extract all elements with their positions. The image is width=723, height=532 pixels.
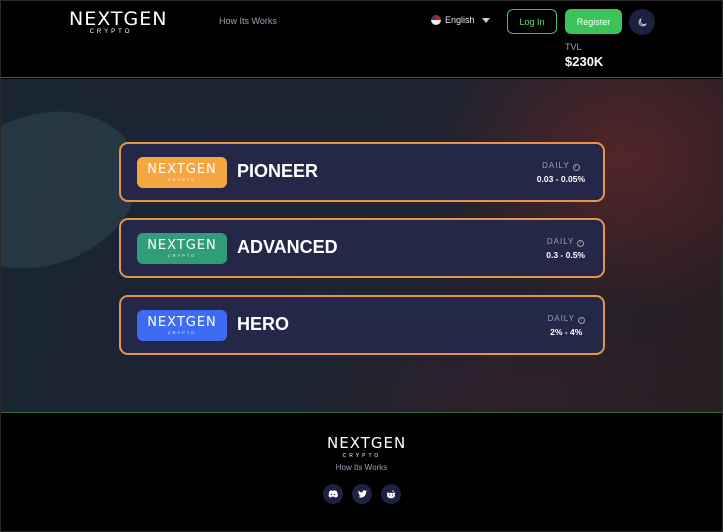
tier-badge: NEXTGEN CRYPTO: [137, 310, 227, 341]
logo-text: NEXTGEN: [69, 8, 168, 30]
language-label: English: [445, 15, 475, 25]
tier-card-pioneer[interactable]: NEXTGEN CRYPTO PIONEER DAILY i 0.03 - 0.0…: [119, 142, 605, 202]
daily-value: 0.3 - 0.5%: [546, 250, 585, 260]
daily-label: DAILY: [542, 161, 570, 170]
reddit-icon: [386, 489, 396, 498]
us-flag-icon: [431, 15, 441, 25]
badge-subtext: CRYPTO: [167, 177, 197, 182]
daily-label: DAILY: [546, 237, 575, 246]
daily-value: 2% - 4%: [550, 327, 583, 337]
tier-name: HERO: [237, 314, 290, 334]
footer-logo[interactable]: NEXTGEN CRYPTO: [327, 433, 407, 459]
daily-rate: DAILY i 0.03 - 0.05%: [537, 161, 585, 184]
daily-label: DAILY: [547, 314, 575, 323]
login-button[interactable]: Log In: [507, 9, 557, 34]
moon-icon: [638, 17, 647, 26]
nav-how-it-works[interactable]: How Its Works: [219, 16, 277, 26]
language-selector[interactable]: English: [431, 15, 490, 25]
tier-badge: NEXTGEN CRYPTO: [137, 233, 227, 264]
badge-subtext: CRYPTO: [167, 253, 197, 258]
twitter-icon: [357, 490, 367, 498]
logo[interactable]: NEXTGEN CRYPTO: [69, 8, 168, 39]
info-icon[interactable]: i: [577, 240, 585, 247]
tier-card-hero[interactable]: NEXTGEN CRYPTO HERO DAILY i 2% - 4%: [119, 295, 605, 355]
badge-text: NEXTGEN: [147, 315, 217, 330]
daily-rate: DAILY i 0.3 - 0.5%: [546, 237, 585, 260]
tier-badge: NEXTGEN CRYPTO: [137, 157, 227, 188]
discord-icon: [328, 490, 338, 498]
discord-button[interactable]: [323, 484, 343, 504]
badge-text: NEXTGEN: [147, 162, 217, 177]
tvl-value: $230K: [565, 54, 604, 69]
badge-subtext: CRYPTO: [167, 330, 197, 335]
badge-text: NEXTGEN: [147, 238, 217, 253]
info-icon[interactable]: i: [578, 317, 585, 324]
twitter-button[interactable]: [352, 484, 372, 504]
header: NEXTGEN CRYPTO How Its Works English Log…: [1, 1, 722, 78]
main-section: NEXTGEN CRYPTO PIONEER DAILY i 0.03 - 0.0…: [1, 79, 722, 413]
reddit-button[interactable]: [381, 484, 401, 504]
register-button[interactable]: Register: [565, 9, 622, 34]
theme-toggle-button[interactable]: [629, 9, 655, 35]
daily-rate: DAILY i 2% - 4%: [547, 314, 585, 337]
chevron-down-icon: [481, 17, 490, 23]
social-links: [323, 484, 401, 504]
footer-logo-subtext: CRYPTO: [342, 453, 382, 459]
tier-card-advanced[interactable]: NEXTGEN CRYPTO ADVANCED DAILY i 0.3 - 0.5…: [119, 218, 605, 278]
daily-value: 0.03 - 0.05%: [536, 174, 585, 184]
tier-name: PIONEER: [237, 161, 319, 181]
info-icon[interactable]: i: [572, 164, 580, 171]
tvl-label: TVL: [565, 42, 582, 52]
footer-logo-text: NEXTGEN: [327, 434, 407, 452]
footer: NEXTGEN CRYPTO How Its Works: [1, 414, 722, 530]
tvl-block: TVL $230K: [565, 42, 603, 69]
tier-name: ADVANCED: [237, 237, 338, 257]
footer-how-it-works-link[interactable]: How Its Works: [1, 463, 722, 472]
